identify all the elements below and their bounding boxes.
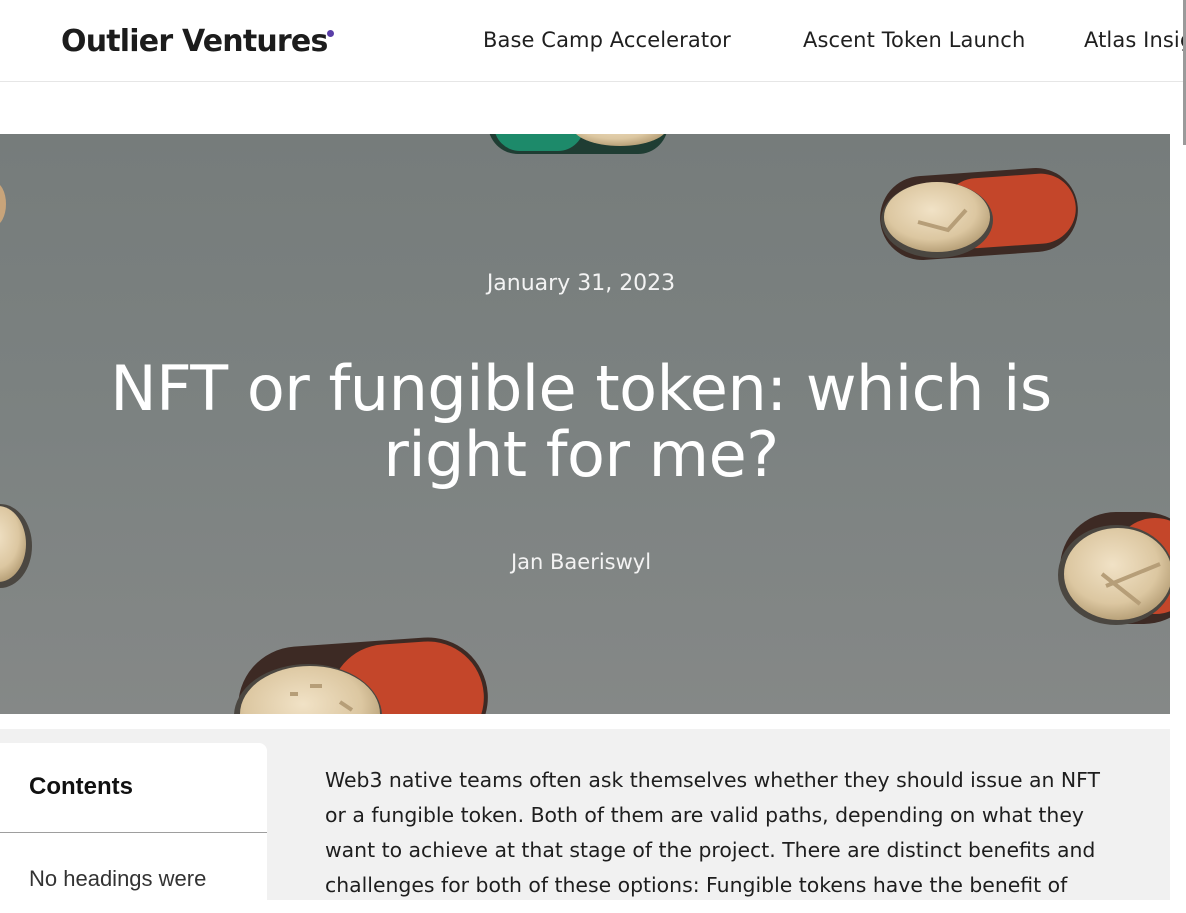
- logo[interactable]: Outlier Ventures: [61, 24, 328, 59]
- coin-toggle-icon: [0, 504, 32, 588]
- nav-link-atlas-insights[interactable]: Atlas Insig: [1084, 28, 1186, 52]
- publish-date: January 31, 2023: [486, 271, 676, 296]
- toc-title: Contents: [29, 773, 133, 800]
- toc-divider: [0, 832, 267, 833]
- coin-toggle-icon: [880, 168, 1078, 260]
- coin-toggle-icon: [489, 134, 667, 154]
- logo-dot-icon: [327, 30, 334, 37]
- article-title: NFT or fungible token: which is right fo…: [110, 352, 1052, 491]
- coin-toggle-icon: [234, 637, 488, 714]
- article-author[interactable]: Jan Baeriswyl: [0, 550, 1162, 574]
- nav-link-base-camp-accelerator[interactable]: Base Camp Accelerator: [483, 28, 731, 52]
- site-header: Outlier Ventures Base Camp Accelerator A…: [0, 0, 1186, 82]
- nav-link-ascent-token-launch[interactable]: Ascent Token Launch: [803, 28, 1025, 52]
- table-of-contents: Contents No headings were: [0, 743, 267, 913]
- hero-banner: January 31, 2023 NFT or fungible token: …: [0, 134, 1170, 714]
- article-intro-paragraph: Web3 native teams often ask themselves w…: [325, 768, 1100, 897]
- coin-toggle-icon: [0, 184, 6, 224]
- toc-empty-message: No headings were: [29, 866, 207, 891]
